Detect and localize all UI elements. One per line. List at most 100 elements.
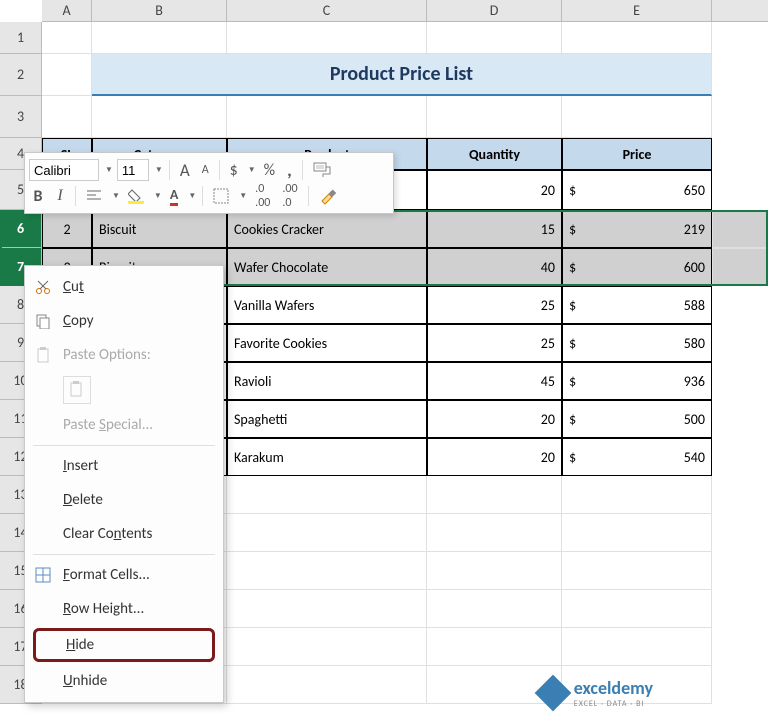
cell[interactable]: Quantity [427, 138, 562, 170]
column-header[interactable]: C [227, 0, 427, 22]
chevron-down-icon[interactable]: ▼ [112, 191, 120, 201]
comma-button[interactable]: , [283, 159, 296, 181]
cell[interactable]: 20 [427, 438, 562, 476]
fill-color-button[interactable] [124, 185, 148, 207]
cell[interactable]: 45 [427, 362, 562, 400]
cell[interactable]: Wafer Chocolate [227, 248, 427, 286]
cell[interactable]: $540 [562, 438, 712, 476]
format-cells-menu-item[interactable]: Format Cells... [25, 558, 223, 592]
unhide-menu-item[interactable]: Unhide [25, 664, 223, 698]
cell[interactable] [227, 552, 427, 590]
cell[interactable]: 20 [427, 170, 562, 210]
cell[interactable]: Spaghetti [227, 400, 427, 438]
cell[interactable]: $588 [562, 286, 712, 324]
cell[interactable] [712, 210, 768, 248]
copy-menu-item[interactable]: Copy [25, 304, 223, 338]
cell[interactable] [227, 22, 427, 54]
cell[interactable]: $600 [562, 248, 712, 286]
format-painter-brush-icon[interactable] [315, 185, 341, 207]
row-height-menu-item[interactable]: Row Height... [25, 592, 223, 626]
row-header[interactable]: 1 [0, 22, 42, 54]
cell[interactable]: Vanilla Wafers [227, 286, 427, 324]
clear-contents-menu-item[interactable]: Clear Contents [25, 517, 223, 551]
cut-menu-item[interactable]: Cut [25, 270, 223, 304]
cell[interactable] [712, 248, 768, 286]
shrink-font-button[interactable]: A [198, 159, 213, 181]
cell[interactable]: $650 [562, 170, 712, 210]
italic-button[interactable]: I [51, 185, 69, 207]
cell[interactable] [562, 476, 712, 514]
font-name-select[interactable] [29, 159, 99, 181]
cell[interactable]: Karakum [227, 438, 427, 476]
cell[interactable] [427, 96, 562, 138]
cell[interactable] [227, 628, 427, 666]
grow-font-button[interactable]: A [176, 159, 194, 181]
column-header[interactable]: A [42, 0, 92, 22]
paste-option-icon[interactable] [63, 376, 91, 404]
cell[interactable] [427, 590, 562, 628]
cell[interactable] [42, 54, 92, 96]
cell[interactable] [227, 514, 427, 552]
cell[interactable] [42, 22, 92, 54]
cell[interactable] [227, 590, 427, 628]
font-color-button[interactable]: A [166, 185, 182, 207]
hide-menu-item[interactable]: Hide [33, 628, 215, 662]
row-header[interactable]: 3 [0, 96, 42, 138]
cell[interactable] [92, 22, 227, 54]
cell[interactable] [227, 476, 427, 514]
chevron-down-icon[interactable]: ▼ [105, 165, 113, 175]
cell[interactable] [427, 552, 562, 590]
cell[interactable]: Price [562, 138, 712, 170]
cell[interactable] [227, 666, 427, 704]
chevron-down-icon[interactable]: ▼ [188, 191, 196, 201]
align-button[interactable] [82, 185, 106, 207]
increase-decimal-button[interactable]: .0.00 [251, 185, 274, 207]
insert-menu-item[interactable]: Insert [25, 449, 223, 483]
title-cell[interactable]: Product Price List [92, 54, 712, 96]
chevron-down-icon[interactable]: ▼ [239, 191, 247, 201]
cell[interactable]: 2 [42, 210, 92, 248]
cell[interactable] [562, 590, 712, 628]
cell[interactable]: 40 [427, 248, 562, 286]
column-header[interactable]: D [427, 0, 562, 22]
format-painter-icon[interactable] [309, 159, 335, 181]
cell[interactable]: Ravioli [227, 362, 427, 400]
percent-button[interactable]: % [260, 159, 279, 181]
row-header[interactable]: 6 [0, 210, 42, 248]
cell[interactable]: Biscuit [92, 210, 227, 248]
cell[interactable] [92, 96, 227, 138]
cell[interactable] [227, 96, 427, 138]
cell[interactable] [562, 22, 712, 54]
cell[interactable]: $936 [562, 362, 712, 400]
cell[interactable]: 20 [427, 400, 562, 438]
cell[interactable]: Favorite Cookies [227, 324, 427, 362]
cell[interactable] [42, 96, 92, 138]
column-header[interactable]: E [562, 0, 712, 22]
cell[interactable]: Cookies Cracker [227, 210, 427, 248]
cell[interactable]: $500 [562, 400, 712, 438]
bold-button[interactable]: B [29, 185, 47, 207]
cell[interactable] [427, 476, 562, 514]
cell[interactable] [427, 628, 562, 666]
cell[interactable]: 25 [427, 286, 562, 324]
chevron-down-icon[interactable]: ▼ [154, 191, 162, 201]
cell[interactable]: 15 [427, 210, 562, 248]
cell[interactable]: 25 [427, 324, 562, 362]
cell[interactable] [562, 628, 712, 666]
cell[interactable]: $219 [562, 210, 712, 248]
currency-button[interactable]: $ [226, 159, 242, 181]
chevron-down-icon[interactable]: ▼ [248, 165, 256, 175]
delete-menu-item[interactable]: Delete [25, 483, 223, 517]
borders-button[interactable] [209, 185, 233, 207]
cell[interactable] [562, 96, 712, 138]
font-size-select[interactable] [117, 159, 149, 181]
row-header[interactable]: 2 [0, 54, 42, 96]
column-header[interactable]: B [92, 0, 227, 22]
cell[interactable] [562, 514, 712, 552]
cell[interactable] [562, 552, 712, 590]
chevron-down-icon[interactable]: ▼ [155, 165, 163, 175]
cell[interactable]: $580 [562, 324, 712, 362]
decrease-decimal-button[interactable]: .00.0 [278, 185, 301, 207]
cell[interactable] [427, 514, 562, 552]
cell[interactable] [427, 22, 562, 54]
